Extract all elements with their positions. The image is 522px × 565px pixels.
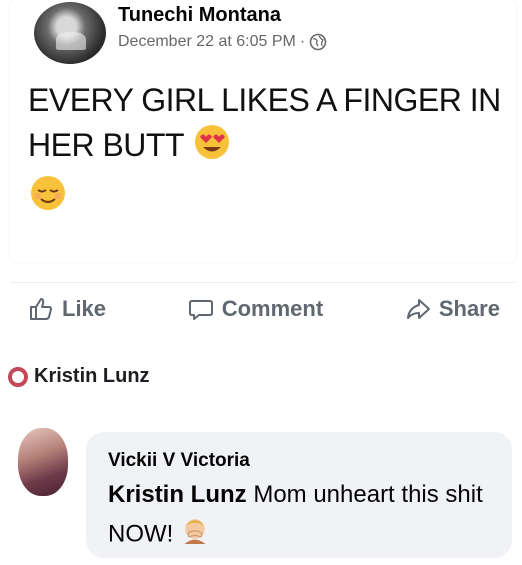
comment-author[interactable]: Vickii V Victoria xyxy=(108,450,498,472)
status-ring-icon xyxy=(8,366,28,387)
post-timestamp[interactable]: December 22 at 6:05 PM xyxy=(118,33,296,51)
globe-icon xyxy=(309,33,327,51)
comment-body: Kristin Lunz Mom unheart this shit NOW! xyxy=(108,476,498,556)
thumbs-up-icon xyxy=(30,297,52,320)
author-avatar[interactable] xyxy=(34,2,106,64)
comment-label: Comment xyxy=(221,295,324,321)
post-actions-bar: Like Comment Share xyxy=(10,282,516,334)
replying-to-name[interactable]: Kristin Lunz xyxy=(34,365,150,388)
comment-bubble-icon xyxy=(188,299,213,320)
comment-bubble: Vickii V Victoria Kristin Lunz Mom unhea… xyxy=(86,432,512,558)
post-body: EVERY GIRL LIKES A FINGER IN HER BUTT xyxy=(28,78,508,224)
comment-mention[interactable]: Kristin Lunz xyxy=(108,481,247,508)
post-card: Tunechi Montana December 22 at 6:05 PM ·… xyxy=(10,0,516,262)
commenter-avatar[interactable] xyxy=(18,428,68,496)
like-label: Like xyxy=(62,295,107,321)
post-meta: December 22 at 6:05 PM · xyxy=(118,33,327,51)
share-arrow-icon xyxy=(406,298,430,319)
facepalm-emoji xyxy=(180,514,210,556)
heart-eyes-emoji xyxy=(192,122,232,173)
replying-to-row: Kristin Lunz xyxy=(8,365,150,388)
meta-separator: · xyxy=(299,33,306,50)
share-label: Share xyxy=(438,295,500,321)
relieved-face-emoji xyxy=(28,173,68,224)
share-button[interactable]: Share xyxy=(405,296,500,322)
post-text: EVERY GIRL LIKES A FINGER IN HER BUTT xyxy=(28,82,501,163)
like-button[interactable]: Like xyxy=(28,296,106,322)
post-author-name[interactable]: Tunechi Montana xyxy=(118,4,281,27)
comment-button[interactable]: Comment xyxy=(188,296,323,322)
